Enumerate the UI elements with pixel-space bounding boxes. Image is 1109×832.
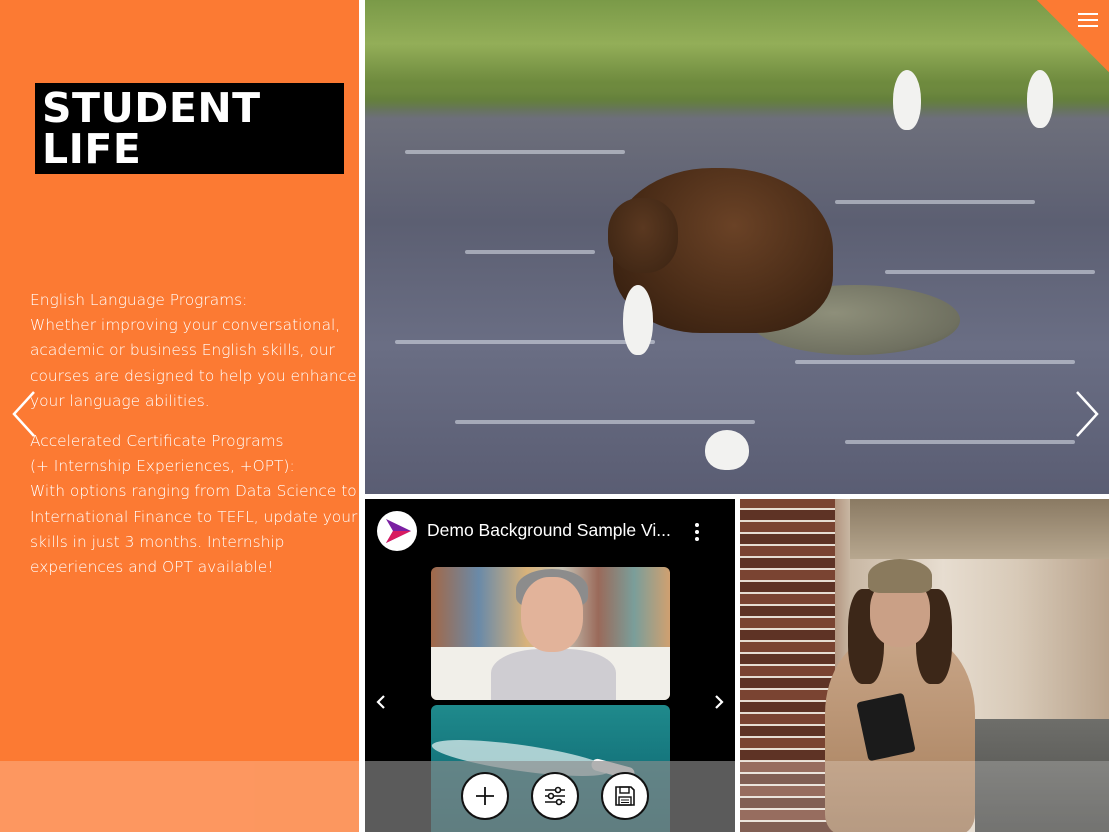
more-vertical-icon[interactable] — [695, 523, 701, 541]
heading-certificate-programs: Accelerated Certificate Programs — [30, 432, 284, 451]
video-next-chevron-icon[interactable] — [713, 694, 725, 710]
floppy-disk-icon — [615, 786, 635, 806]
page-title-line-1: STUDENT — [42, 84, 261, 132]
page-title-box: STUDENT LIFE — [35, 83, 344, 174]
seagull — [893, 70, 921, 130]
left-info-panel: STUDENT LIFE English Language Programs: … — [0, 0, 359, 832]
body-line: skills in just 3 months. Internship — [30, 532, 285, 551]
video-thumbnail-speaker[interactable] — [431, 567, 670, 700]
video-prev-chevron-icon[interactable] — [375, 694, 387, 710]
chevron-left-icon[interactable] — [10, 390, 38, 438]
program-description: English Language Programs: Whether impro… — [30, 288, 358, 580]
page-title-line-2: LIFE — [42, 125, 142, 173]
chevron-right-icon[interactable] — [1073, 390, 1101, 438]
add-button[interactable] — [461, 772, 509, 820]
bear-head — [608, 198, 678, 273]
sliders-icon — [545, 786, 565, 806]
seagull — [705, 430, 749, 470]
body-line: experiences and OPT available! — [30, 558, 274, 577]
seagull — [623, 285, 653, 355]
body-line: (+ Internship Experiences, +OPT): — [30, 457, 295, 476]
body-line: your language abilities. — [30, 391, 210, 410]
body-line: With options ranging from Data Science t… — [30, 482, 357, 501]
heading-english-programs: English Language Programs: — [30, 291, 248, 309]
body-line: International Finance to TEFL, update yo… — [30, 507, 358, 526]
body-line: Whether improving your conversational, — [30, 316, 341, 335]
video-title[interactable]: Demo Background Sample Vi... — [427, 520, 671, 541]
grass-bank — [365, 0, 1109, 110]
channel-logo-icon — [377, 511, 417, 551]
save-button[interactable] — [601, 772, 649, 820]
body-line: academic or business English skills, our — [30, 341, 335, 360]
adjust-settings-button[interactable] — [531, 772, 579, 820]
menu-corner-tab — [1037, 0, 1109, 72]
body-line: courses are designed to help you enhance — [30, 366, 357, 385]
hero-bear-image — [365, 0, 1109, 494]
hamburger-menu-icon[interactable] — [1078, 13, 1098, 27]
plus-icon — [476, 787, 494, 805]
seagull — [1027, 70, 1053, 128]
